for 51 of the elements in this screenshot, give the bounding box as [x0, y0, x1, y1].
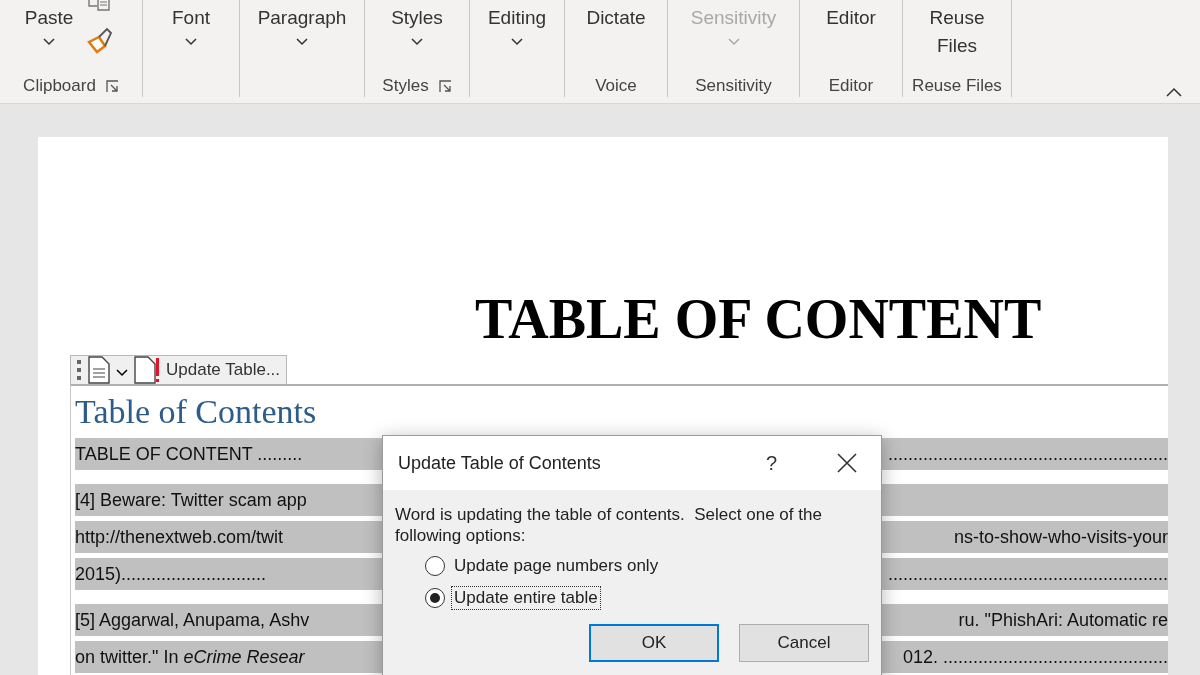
- group-label: Sensitivity: [695, 75, 772, 97]
- close-icon[interactable]: [837, 453, 857, 473]
- dialog-title: Update Table of Contents: [398, 452, 602, 474]
- option-label[interactable]: Update entire table: [451, 586, 601, 610]
- group-label: Clipboard: [23, 75, 96, 97]
- ribbon-button[interactable]: Editor: [826, 0, 876, 32]
- ribbon-button[interactable]: Font: [172, 0, 210, 46]
- chevron-icon: [411, 38, 423, 46]
- help-button[interactable]: ?: [765, 451, 777, 475]
- toc-text: [5] Aggarwal, Anupama, Ashv: [75, 609, 311, 631]
- chevron-icon: [185, 38, 197, 46]
- toc-text: [4] Beware: Twitter scam app: [75, 489, 308, 511]
- toc-text: on twitter." In eCrime Resear: [75, 646, 306, 668]
- document-icon[interactable]: [88, 356, 110, 384]
- chevron-icon: [116, 369, 128, 377]
- dialog-button[interactable]: OK: [589, 624, 719, 662]
- ribbon-button[interactable]: Reuse Files: [922, 0, 992, 60]
- group-label: Editor: [828, 75, 874, 97]
- radio-button[interactable]: [425, 588, 445, 608]
- chevron-icon: [296, 38, 308, 46]
- toc-text: 012. .............................................: [902, 646, 1168, 668]
- ribbon-button[interactable]: Styles: [391, 0, 443, 46]
- document-title: TABLE OF CONTENT: [475, 287, 1043, 351]
- update-table-button[interactable]: Update Table...: [166, 360, 281, 380]
- radio-button[interactable]: [425, 556, 445, 576]
- dialog-message: Word is updating the table of contents. Select one of the following options:: [395, 504, 823, 546]
- dialog-button[interactable]: Cancel: [739, 624, 869, 662]
- chevron-icon: [511, 38, 523, 46]
- dialog-launcher-icon[interactable]: [105, 79, 119, 93]
- document-warning-icon[interactable]: [134, 356, 160, 384]
- group-label: Voice: [595, 75, 637, 97]
- collapse-ribbon-icon[interactable]: [1166, 87, 1182, 97]
- toc-text: ns-to-show-who-visits-your: [953, 526, 1168, 548]
- toc-text: ru. "PhishAri: Automatic re: [958, 609, 1168, 631]
- chevron-icon: [43, 38, 55, 46]
- ribbon-button[interactable]: Dictate: [586, 0, 646, 32]
- toc-heading: Table of Contents: [75, 392, 318, 432]
- toc-text: 2015).............................: [75, 563, 268, 585]
- ribbon-button[interactable]: Paste: [24, 0, 74, 46]
- ribbon-button[interactable]: Editing: [487, 0, 547, 46]
- ribbon-button[interactable]: Paragraph: [257, 0, 347, 46]
- toc-text: http://thenextweb.com/twit: [75, 526, 285, 548]
- drag-handle-icon[interactable]: [77, 359, 82, 381]
- toc-text: ........................................................: [887, 563, 1168, 585]
- group-label: Reuse Files: [912, 75, 1002, 97]
- group-label: Styles: [382, 75, 429, 97]
- toc-text: ........................................................: [887, 443, 1168, 465]
- toc-text: TABLE OF CONTENT .........: [75, 443, 304, 465]
- dialog-launcher-icon[interactable]: [438, 79, 452, 93]
- chevron-icon: [727, 38, 740, 46]
- option-label[interactable]: Update page numbers only: [451, 554, 662, 578]
